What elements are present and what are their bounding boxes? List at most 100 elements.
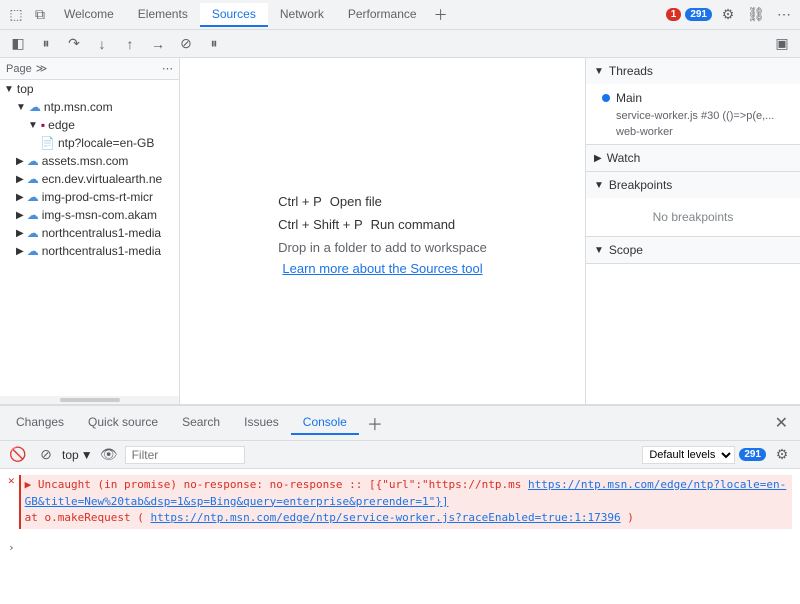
- console-settings-icon[interactable]: ⚙: [770, 443, 794, 467]
- right-sidebar-toggle[interactable]: ▣: [770, 32, 794, 56]
- file-icon: 📄: [40, 136, 55, 150]
- thread-dot-icon: [602, 94, 610, 102]
- cloud-icon-3: ☁: [27, 172, 39, 186]
- breakpoints-chevron-icon: ▼: [594, 180, 604, 191]
- learn-more-link[interactable]: Learn more about the Sources tool: [278, 261, 487, 276]
- tab-network[interactable]: Network: [268, 3, 336, 27]
- console-log-area: ✕ ▶ Uncaught (in promise) no-response: n…: [0, 469, 800, 604]
- tab-issues[interactable]: Issues: [232, 411, 291, 435]
- cloud-icon-5: ☁: [27, 208, 39, 222]
- error-link-2[interactable]: https://ntp.msn.com/edge/ntp/service-wor…: [150, 511, 620, 524]
- editor-area: Ctrl + P Open file Ctrl + Shift + P Run …: [180, 58, 585, 404]
- chevron-right-icon-2: ▶: [16, 174, 24, 185]
- folder-icon: ▪: [41, 118, 45, 132]
- tab-elements[interactable]: Elements: [126, 3, 200, 27]
- tab-quick-source[interactable]: Quick source: [76, 411, 170, 435]
- tree-item-ntp-file[interactable]: 📄 ntp?locale=en-GB: [0, 134, 170, 152]
- chevron-down-icon-2: ▼: [16, 102, 26, 113]
- chevron-down-icon-3: ▼: [28, 120, 38, 131]
- log-level-selector[interactable]: Default levels: [642, 446, 735, 464]
- threads-content: Main service-worker.js #30 (()=>p(e,... …: [586, 84, 800, 144]
- add-console-tab-icon[interactable]: ＋: [359, 407, 391, 439]
- cloud-icon-2: ☁: [27, 154, 39, 168]
- step-over-icon[interactable]: ↷: [62, 32, 86, 56]
- tree-label-ntp-file: ntp?locale=en-GB: [58, 136, 154, 150]
- tree-item-edge[interactable]: ▼ ▪ edge: [0, 116, 179, 134]
- inspect-icon[interactable]: ⬚: [4, 3, 28, 27]
- file-tree-panel: Page ≫ ⋯ ▼ top ▼ ☁ ntp.msn.com ▼ ▪ edge: [0, 58, 180, 404]
- tree-item-ecn[interactable]: ▶ ☁ ecn.dev.virtualearth.ne: [0, 170, 179, 188]
- tree-item-assets[interactable]: ▶ ☁ assets.msn.com: [0, 152, 179, 170]
- thread-web-worker[interactable]: web-worker: [586, 124, 800, 140]
- step-out-icon[interactable]: ↑: [118, 32, 142, 56]
- tree-label-north1: northcentralus1-media: [42, 226, 161, 240]
- tab-performance[interactable]: Performance: [336, 3, 429, 27]
- tree-item-ntp-msn[interactable]: ▼ ☁ ntp.msn.com: [0, 98, 179, 116]
- tree-label-ecn: ecn.dev.virtualearth.ne: [42, 172, 163, 186]
- more-icon[interactable]: ⋯: [772, 3, 796, 27]
- scope-header[interactable]: ▼ Scope: [586, 237, 800, 263]
- shortcut-open-file: Ctrl + P Open file: [278, 194, 487, 209]
- tab-console[interactable]: Console: [291, 411, 359, 435]
- cloud-icon: ☁: [29, 100, 41, 114]
- thread-main[interactable]: Main: [586, 88, 800, 108]
- settings-icon[interactable]: ⚙: [716, 3, 740, 27]
- breakpoints-section: ▼ Breakpoints No breakpoints: [586, 172, 800, 237]
- sidebar-toggle-icon[interactable]: ◧: [6, 32, 30, 56]
- thread-service-worker[interactable]: service-worker.js #30 (()=>p(e,...: [586, 108, 800, 124]
- scope-label: Scope: [609, 243, 643, 257]
- watch-label: Watch: [607, 151, 641, 165]
- tab-welcome[interactable]: Welcome: [52, 3, 126, 27]
- console-eye-icon[interactable]: 👁: [97, 443, 121, 467]
- remote-icon[interactable]: ⛓: [744, 3, 768, 27]
- console-filter-icon[interactable]: ⊘: [34, 443, 58, 467]
- top-context-selector[interactable]: top ▼: [62, 448, 93, 462]
- error-text-2: at o.makeRequest (: [25, 511, 144, 524]
- more-dots[interactable]: ⋯: [162, 62, 173, 75]
- expand-icon[interactable]: ≫: [36, 62, 48, 75]
- tree-item-north1[interactable]: ▶ ☁ northcentralus1-media: [0, 224, 179, 242]
- top-arrow-icon: ▼: [81, 448, 93, 462]
- error-text-1: ▶ Uncaught (in promise) no-response: no-…: [25, 478, 522, 491]
- console-input[interactable]: [21, 541, 792, 554]
- device-icon[interactable]: ⧉: [28, 3, 52, 27]
- chevron-right-icon-6: ▶: [16, 246, 24, 257]
- scope-section: ▼ Scope: [586, 237, 800, 264]
- console-error-message: ▶ Uncaught (in promise) no-response: no-…: [19, 475, 792, 529]
- chevron-right-icon: ▶: [16, 156, 24, 167]
- breakpoints-header[interactable]: ▼ Breakpoints: [586, 172, 800, 198]
- drop-hint: Drop in a folder to add to workspace: [278, 240, 487, 255]
- top-label: top: [62, 448, 79, 462]
- pause-exceptions-icon[interactable]: ⏸: [202, 32, 226, 56]
- deactivate-icon[interactable]: ⊘: [174, 32, 198, 56]
- action-label-2: Run command: [371, 217, 456, 232]
- tree-item-img-s[interactable]: ▶ ☁ img-s-msn-com.akam: [0, 206, 179, 224]
- bottom-section: Changes Quick source Search Issues Conso…: [0, 404, 800, 604]
- pause-icon[interactable]: ⏸: [34, 32, 58, 56]
- right-toggle-icon-btn[interactable]: ▣: [770, 32, 794, 56]
- console-messages: ✕ ▶ Uncaught (in promise) no-response: n…: [0, 469, 800, 537]
- console-clear-icon[interactable]: 🚫: [6, 443, 30, 467]
- right-panel: ▼ Threads Main service-worker.js #30 (()…: [585, 58, 800, 404]
- close-console-icon[interactable]: ✕: [767, 409, 796, 437]
- tree-item-north2[interactable]: ▶ ☁ northcentralus1-media: [0, 242, 179, 260]
- watch-header[interactable]: ▶ Watch: [586, 145, 800, 171]
- tab-sources[interactable]: Sources: [200, 3, 268, 27]
- chevron-right-icon-3: ▶: [16, 192, 24, 203]
- console-toolbar: 🚫 ⊘ top ▼ 👁 Default levels 291 ⚙: [0, 441, 800, 469]
- cloud-icon-7: ☁: [27, 244, 39, 258]
- threads-label: Threads: [609, 64, 653, 78]
- tab-search[interactable]: Search: [170, 411, 232, 435]
- step-into-icon[interactable]: ↓: [90, 32, 114, 56]
- tree-item-img-prod[interactable]: ▶ ☁ img-prod-cms-rt-micr: [0, 188, 179, 206]
- tree-label-ntp-msn: ntp.msn.com: [44, 100, 113, 114]
- threads-header[interactable]: ▼ Threads: [586, 58, 800, 84]
- add-tab-icon[interactable]: ＋: [429, 3, 453, 27]
- scope-chevron-icon: ▼: [594, 245, 604, 256]
- step-icon[interactable]: →: [146, 32, 170, 56]
- tree-label-img-prod: img-prod-cms-rt-micr: [42, 190, 153, 204]
- tree-item-top[interactable]: ▼ top: [0, 80, 179, 98]
- toolbar-right-icons: 1 291 ⚙ ⛓ ⋯: [666, 3, 796, 27]
- tab-changes[interactable]: Changes: [4, 411, 76, 435]
- console-filter-input[interactable]: [125, 446, 245, 464]
